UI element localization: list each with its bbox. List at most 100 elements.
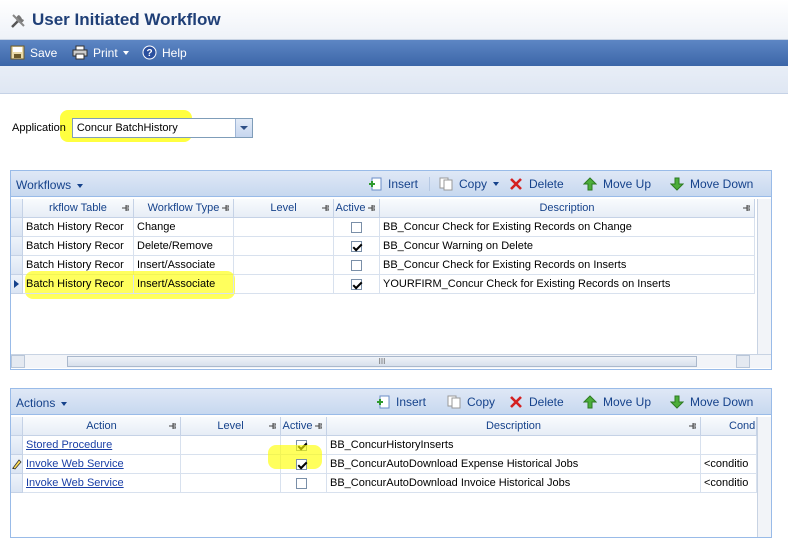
workflows-vertical-scrollbar[interactable] bbox=[757, 199, 771, 354]
workflow-table-cell[interactable]: Batch History Recor bbox=[23, 237, 134, 256]
workflows-move-down-button[interactable]: Move Down bbox=[670, 177, 753, 191]
row-selector-header bbox=[11, 199, 23, 218]
col-header-level[interactable]: Level bbox=[234, 199, 334, 218]
scroll-right-icon[interactable] bbox=[736, 355, 750, 368]
pin-icon[interactable] bbox=[688, 421, 696, 431]
pin-icon[interactable] bbox=[168, 421, 176, 431]
active-checkbox[interactable] bbox=[351, 260, 362, 271]
workflows-menu-button[interactable]: Workflows bbox=[16, 178, 84, 192]
actions-insert-button[interactable]: Insert bbox=[376, 395, 426, 409]
workflow-description-cell[interactable]: BB_Concur Warning on Delete bbox=[380, 237, 755, 256]
workflow-level-cell[interactable] bbox=[234, 256, 334, 275]
help-icon: ? bbox=[142, 45, 157, 60]
copy-icon bbox=[439, 177, 453, 191]
action-condition-cell[interactable] bbox=[701, 436, 757, 455]
action-cell: Invoke Web Service bbox=[23, 455, 181, 474]
move-up-label: Move Up bbox=[603, 395, 652, 409]
workflow-type-cell[interactable]: Insert/Associate bbox=[134, 275, 234, 294]
action-condition-cell[interactable]: <conditio bbox=[701, 455, 757, 474]
workflows-delete-button[interactable]: Delete bbox=[509, 177, 564, 191]
col-header-label: Active bbox=[282, 420, 313, 432]
col-header-description[interactable]: Description bbox=[327, 417, 701, 436]
workflows-insert-button[interactable]: Insert bbox=[368, 177, 418, 191]
application-value: Concur BatchHistory bbox=[76, 122, 178, 134]
workflow-type-cell[interactable]: Change bbox=[134, 218, 234, 237]
row-selector[interactable] bbox=[11, 256, 23, 275]
col-header-label: rkflow Table bbox=[49, 202, 107, 214]
col-header-active[interactable]: Active bbox=[281, 417, 327, 436]
pin-icon[interactable] bbox=[268, 421, 276, 431]
col-header-workflow-type[interactable]: Workflow Type bbox=[134, 199, 234, 218]
row-selector[interactable] bbox=[11, 436, 23, 455]
workflows-move-up-button[interactable]: Move Up bbox=[583, 177, 651, 191]
insert-icon bbox=[377, 395, 390, 409]
action-description-cell[interactable]: BB_ConcurAutoDownload Expense Historical… bbox=[327, 455, 701, 474]
actions-menu-button[interactable]: Actions bbox=[16, 396, 68, 410]
active-checkbox[interactable] bbox=[351, 279, 362, 290]
pin-icon[interactable] bbox=[314, 421, 322, 431]
application-select[interactable]: Concur BatchHistory bbox=[71, 118, 253, 138]
workflow-level-cell[interactable] bbox=[234, 237, 334, 256]
workflow-level-cell[interactable] bbox=[234, 218, 334, 237]
print-button[interactable]: Print bbox=[72, 45, 129, 60]
workflows-panel-header: Workflows Insert Copy Delete Move Up Mov… bbox=[11, 171, 771, 197]
edit-pencil-icon bbox=[12, 459, 22, 470]
chevron-down-icon[interactable] bbox=[234, 119, 252, 137]
workflow-level-cell[interactable] bbox=[234, 275, 334, 294]
help-button[interactable]: ? Help bbox=[142, 45, 187, 60]
workflows-horizontal-scrollbar[interactable]: III bbox=[11, 354, 771, 368]
action-link[interactable]: Invoke Web Service bbox=[26, 477, 124, 489]
main-toolbar: Save Print ? Help bbox=[0, 40, 788, 66]
active-checkbox[interactable] bbox=[296, 478, 307, 489]
action-level-cell[interactable] bbox=[181, 455, 281, 474]
row-selector[interactable] bbox=[11, 218, 23, 237]
insert-icon bbox=[369, 177, 382, 191]
save-button[interactable]: Save bbox=[10, 45, 57, 60]
col-header-condition[interactable]: Cond bbox=[701, 417, 757, 436]
col-header-active[interactable]: Active bbox=[334, 199, 380, 218]
pin-icon[interactable] bbox=[367, 203, 375, 213]
row-selector-editing[interactable] bbox=[11, 455, 23, 474]
action-level-cell[interactable] bbox=[181, 436, 281, 455]
active-checkbox[interactable] bbox=[351, 222, 362, 233]
pin-icon[interactable] bbox=[742, 203, 750, 213]
col-header-action[interactable]: Action bbox=[23, 417, 181, 436]
actions-move-up-button[interactable]: Move Up bbox=[583, 395, 651, 409]
workflow-description-cell[interactable]: BB_Concur Check for Existing Records on … bbox=[380, 218, 755, 237]
col-header-workflow-table[interactable]: rkflow Table bbox=[23, 199, 134, 218]
scroll-thumb[interactable]: III bbox=[67, 356, 697, 367]
workflows-panel: Workflows Insert Copy Delete Move Up Mov… bbox=[10, 170, 772, 370]
active-checkbox[interactable] bbox=[351, 241, 362, 252]
pin-icon[interactable] bbox=[121, 203, 129, 213]
actions-copy-button[interactable]: Copy bbox=[447, 395, 495, 409]
pin-icon[interactable] bbox=[221, 203, 229, 213]
action-description-cell[interactable]: BB_ConcurAutoDownload Invoice Historical… bbox=[327, 474, 701, 493]
col-header-description[interactable]: Description bbox=[380, 199, 755, 218]
actions-vertical-scrollbar[interactable] bbox=[757, 417, 771, 537]
action-link[interactable]: Stored Procedure bbox=[26, 439, 112, 451]
workflow-description-cell[interactable]: BB_Concur Check for Existing Records on … bbox=[380, 256, 755, 275]
active-checkbox[interactable] bbox=[296, 459, 307, 470]
workflow-description-cell[interactable]: YOURFIRM_Concur Check for Existing Recor… bbox=[380, 275, 755, 294]
workflows-copy-button[interactable]: Copy bbox=[439, 177, 500, 191]
action-level-cell[interactable] bbox=[181, 474, 281, 493]
delete-label: Delete bbox=[529, 177, 564, 191]
scroll-left-icon[interactable] bbox=[11, 355, 25, 368]
col-header-level[interactable]: Level bbox=[181, 417, 281, 436]
workflow-table-cell[interactable]: Batch History Recor bbox=[23, 275, 134, 294]
row-selector[interactable] bbox=[11, 237, 23, 256]
row-selector[interactable] bbox=[11, 474, 23, 493]
action-condition-cell[interactable]: <conditio bbox=[701, 474, 757, 493]
actions-panel-header: Actions Insert Copy Delete Move Up Move … bbox=[11, 389, 771, 415]
workflow-type-cell[interactable]: Delete/Remove bbox=[134, 237, 234, 256]
row-selector-current[interactable] bbox=[11, 275, 23, 294]
action-link[interactable]: Invoke Web Service bbox=[26, 458, 124, 470]
workflow-table-cell[interactable]: Batch History Recor bbox=[23, 218, 134, 237]
copy-icon bbox=[447, 395, 461, 409]
copy-label: Copy bbox=[467, 395, 496, 409]
action-description-cell[interactable]: BB_ConcurHistoryInserts bbox=[327, 436, 701, 455]
pin-icon[interactable] bbox=[321, 203, 329, 213]
actions-move-down-button[interactable]: Move Down bbox=[670, 395, 753, 409]
actions-delete-button[interactable]: Delete bbox=[509, 395, 564, 409]
workflow-active-cell bbox=[334, 218, 380, 237]
